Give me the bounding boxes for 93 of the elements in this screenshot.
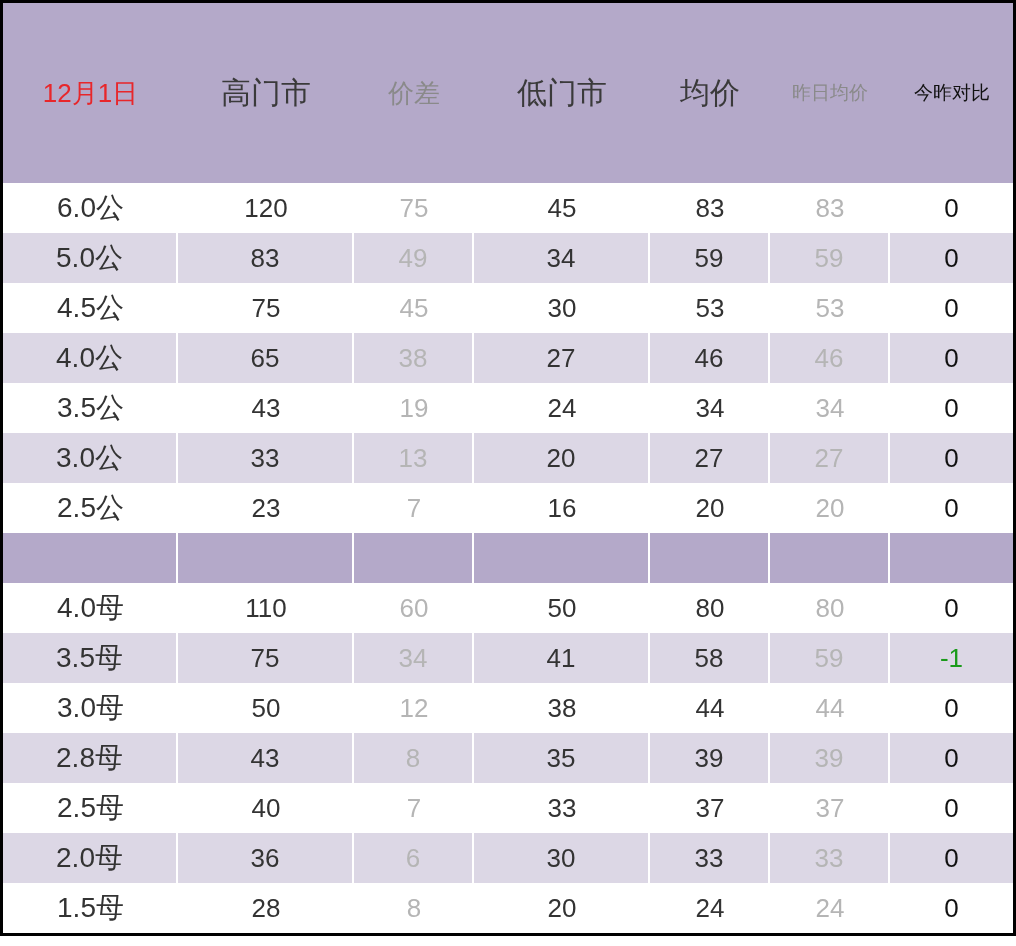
table-cell-text: 0 — [943, 391, 960, 425]
table-cell: 2.0母 — [3, 833, 178, 883]
table-cell: -1 — [890, 633, 1013, 683]
table-cell-text: 0 — [943, 591, 960, 625]
table-cell: 83 — [178, 233, 354, 283]
table-cell: 5.0公 — [3, 233, 178, 283]
table-cell-text: 75 — [250, 291, 282, 325]
column-header: 均价 — [679, 74, 741, 111]
table-cell-text: 3.5公 — [56, 391, 125, 425]
table-cell: 36 — [178, 833, 354, 883]
table-cell-text: 83 — [814, 191, 846, 225]
table-cell-text: 24 — [546, 391, 578, 425]
table-cell: 27 — [474, 333, 650, 383]
column-header: 12月1日 — [41, 76, 140, 110]
table-cell-text: 44 — [694, 691, 726, 725]
table-cell-text: 2.5母 — [56, 791, 125, 825]
table-cell: 2.8母 — [3, 733, 178, 783]
table-cell-text: 60 — [398, 591, 430, 625]
column-header: 今昨对比 — [912, 81, 991, 105]
table-cell-text: 2.5公 — [56, 491, 125, 525]
table-cell: 34 — [474, 233, 650, 283]
table-cell: 75 — [178, 633, 354, 683]
table-cell: 3.0公 — [3, 433, 178, 483]
table-cell-text: 37 — [694, 791, 726, 825]
table-cell-text: 110 — [244, 591, 288, 625]
table-cell-text: 83 — [694, 191, 726, 225]
table-cell-text: 75 — [398, 191, 430, 225]
table-cell: 41 — [474, 633, 650, 683]
table-cell-text: 50 — [546, 591, 578, 625]
table-cell-text: 44 — [814, 691, 846, 725]
table-cell-text: 33 — [546, 791, 578, 825]
table-cell: 58 — [650, 633, 770, 683]
table-cell-text: 45 — [546, 191, 578, 225]
table-cell: 4.0公 — [3, 333, 178, 383]
table-cell-text: 0 — [943, 691, 960, 725]
table-cell-text: 0 — [943, 491, 960, 525]
column-header: 高门市 — [220, 74, 312, 111]
table-cell: 3.5母 — [3, 633, 178, 683]
table-cell: 0 — [890, 233, 1013, 283]
table-cell-text: 8 — [405, 891, 423, 925]
table-cell-text: 4.5公 — [56, 291, 125, 325]
table-cell-text: 20 — [814, 491, 846, 525]
table-cell-text: 80 — [694, 591, 726, 625]
table-cell-text: 0 — [943, 191, 960, 225]
table-cell-text: 80 — [814, 591, 846, 625]
table-cell: 59 — [650, 233, 770, 283]
table-cell: 33 — [650, 833, 770, 883]
table-cell-text: 34 — [814, 391, 846, 425]
table-cell-text: 43 — [250, 391, 282, 425]
column-header: 低门市 — [516, 74, 608, 111]
table-cell-text: 23 — [250, 491, 282, 525]
table-cell: 0 — [890, 733, 1013, 783]
table-cell-text: 20 — [694, 491, 726, 525]
table-cell-text: 38 — [546, 691, 578, 725]
table-cell-text: 0 — [943, 891, 960, 925]
table-cell-text: 16 — [546, 491, 578, 525]
table-cell: 39 — [650, 733, 770, 783]
table-cell-text: 12 — [398, 691, 430, 725]
table-cell: 46 — [650, 333, 770, 383]
table-cell: 33 — [178, 433, 354, 483]
table-cell-text: 53 — [694, 291, 726, 325]
table-cell-text: 0 — [943, 291, 960, 325]
table-cell-text: 40 — [250, 791, 282, 825]
column-header: 价差 — [387, 76, 441, 110]
table-cell-text: 120 — [243, 191, 289, 225]
table-cell-text: 1.5母 — [56, 891, 125, 925]
table-cell: 0 — [890, 333, 1013, 383]
table-cell-text: 20 — [546, 891, 578, 925]
table-cell-text: 30 — [546, 291, 578, 325]
table-cell-text: 0 — [943, 791, 960, 825]
table-cell-text: 37 — [814, 791, 846, 825]
table-cell-text: 24 — [694, 891, 726, 925]
table-cell-text: 24 — [814, 891, 846, 925]
table-cell-text: 28 — [250, 891, 282, 925]
table-cell: 43 — [178, 733, 354, 783]
table-cell-text: 34 — [694, 391, 726, 425]
table-cell-text: 7 — [405, 791, 423, 825]
table-cell: 65 — [178, 333, 354, 383]
table-cell-text: 53 — [814, 291, 846, 325]
table-cell: 20 — [474, 433, 650, 483]
column-header: 昨日均价 — [791, 81, 869, 105]
table-cell: 0 — [890, 433, 1013, 483]
table-cell-text: 4.0母 — [56, 591, 125, 625]
table-cell: 35 — [474, 733, 650, 783]
table-cell-text: 45 — [398, 291, 430, 325]
table-cell-text: 3.0母 — [56, 691, 125, 725]
table-cell: 0 — [890, 833, 1013, 883]
table-cell-text: 50 — [250, 691, 282, 725]
table-cell-text: 19 — [398, 391, 430, 425]
table-cell-text: 7 — [405, 491, 423, 525]
table-cell: 27 — [650, 433, 770, 483]
table-cell: 30 — [474, 833, 650, 883]
table-cell-text: 6.0公 — [56, 191, 125, 225]
